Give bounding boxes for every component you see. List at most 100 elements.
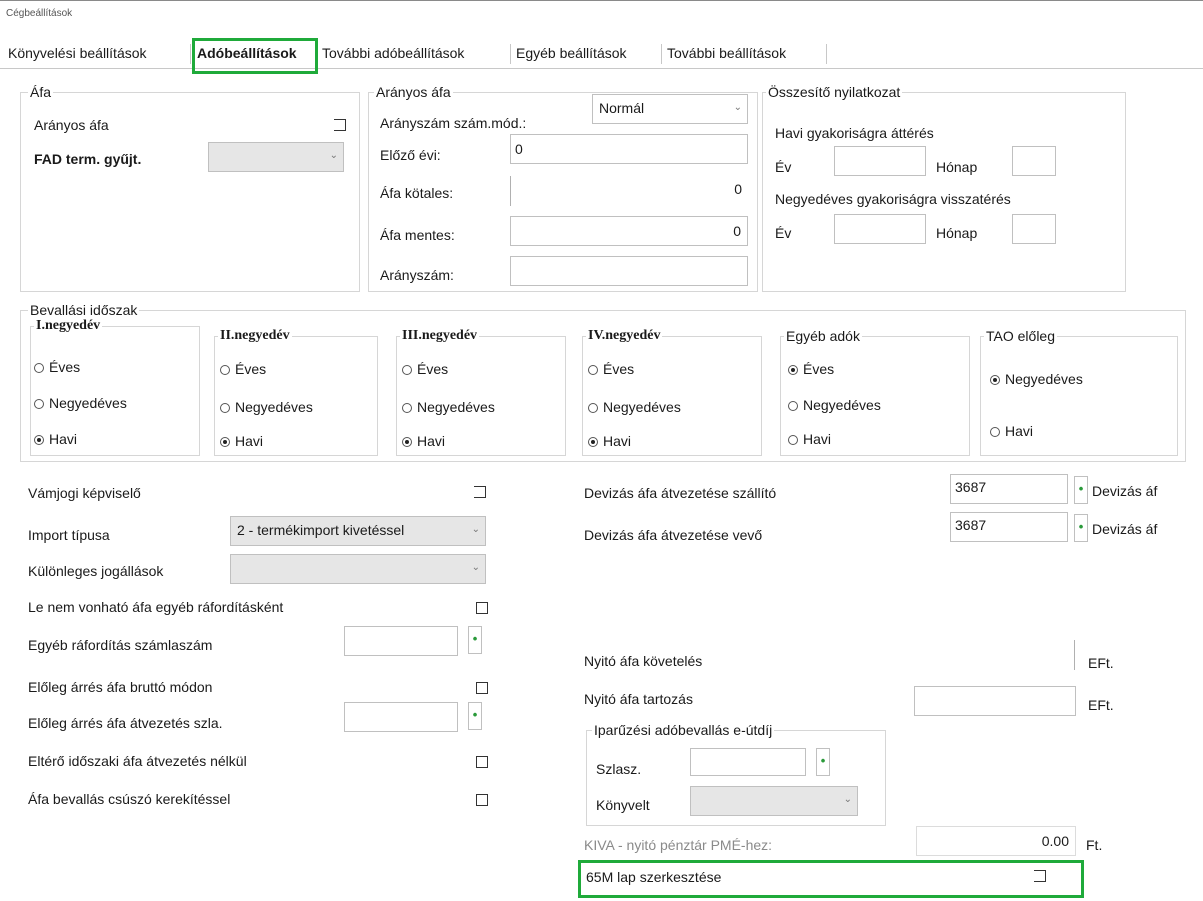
q3-eves-label: Éves	[417, 361, 449, 377]
nyito-kovetel-field-edge	[1074, 640, 1075, 670]
bevallasi-idoszak-title: Bevallási időszak	[28, 302, 140, 318]
q3-negyedeves-radio[interactable]: Negyedéves	[402, 398, 495, 416]
le-nem-vonhato-label: Le nem vonható áfa egyéb ráfordításként	[28, 599, 284, 615]
q2-negyedeves-label: Negyedéves	[235, 399, 313, 415]
egyeb-raf-label: Egyéb ráfordítás számlaszám	[28, 637, 213, 653]
q3-eves-radio[interactable]: Éves	[402, 360, 448, 378]
chevron-down-icon: ⌄	[471, 562, 480, 573]
egyeb-negyedeves-radio[interactable]: Negyedéves	[788, 396, 881, 414]
q3-negyedeves-label: Negyedéves	[417, 399, 495, 415]
radio-icon	[402, 403, 412, 413]
eloleg-brutto-label: Előleg árrés áfa bruttó módon	[28, 679, 213, 695]
nyito-tartozas-input[interactable]	[914, 686, 1076, 716]
fad-term-select[interactable]: ⌄	[208, 142, 344, 172]
egyeb-raf-input[interactable]	[344, 626, 458, 656]
radio-selected-icon	[990, 375, 1000, 385]
afa-csuszo-label: Áfa bevallás csúszó kerekítéssel	[28, 791, 231, 807]
q1-negyedeves-radio[interactable]: Negyedéves	[34, 394, 127, 412]
tao-negyedeves-radio[interactable]: Negyedéves	[990, 370, 1083, 388]
radio-selected-icon	[402, 437, 412, 447]
tab-separator	[826, 44, 827, 64]
q2-eves-radio[interactable]: Éves	[220, 360, 266, 378]
konyvelt-select[interactable]: ⌄	[690, 786, 858, 816]
szlasz-input[interactable]	[690, 748, 806, 776]
tab-tovabbi-ado[interactable]: További adóbeállítások	[322, 42, 464, 64]
ev-input-2[interactable]	[834, 214, 926, 244]
vamjogi-label: Vámjogi képviselő	[28, 485, 141, 501]
egyeb-havi-radio[interactable]: Havi	[788, 430, 831, 448]
highlight-tab-adobeallitasok	[192, 38, 318, 74]
radio-selected-icon	[788, 365, 798, 375]
deviza-vevo-input[interactable]: 3687	[950, 512, 1068, 542]
afa-mentes-label: Áfa mentes:	[380, 227, 455, 243]
egyeb-eves-radio[interactable]: Éves	[788, 360, 834, 378]
eloleg-brutto-checkbox[interactable]	[476, 682, 488, 694]
le-nem-vonhato-checkbox[interactable]	[476, 602, 488, 614]
deviza-vevo-add-icon[interactable]: •	[1074, 514, 1088, 542]
kulonleges-select[interactable]: ⌄	[230, 554, 486, 584]
radio-icon	[788, 435, 798, 445]
q1-negyedeves-label: Negyedéves	[49, 395, 127, 411]
egyeb-raf-add-icon[interactable]: •	[468, 626, 482, 654]
q1-eves-radio[interactable]: Éves	[34, 358, 80, 376]
szlasz-label: Szlasz.	[596, 761, 642, 777]
tab-konyvelesi[interactable]: Könyvelési beállítások	[8, 42, 147, 64]
q4-havi-radio[interactable]: Havi	[588, 432, 631, 450]
honap-input-2[interactable]	[1012, 214, 1056, 244]
eloleg-atvez-input[interactable]	[344, 702, 458, 732]
q3-havi-label: Havi	[417, 433, 446, 449]
q1-havi-radio[interactable]: Havi	[34, 430, 77, 448]
konyvelt-label: Könyvelt	[596, 797, 650, 813]
aranyszam-mod-select[interactable]: Normál ⌄	[592, 94, 748, 124]
afa-mentes-input[interactable]: 0	[510, 216, 748, 246]
aranyos-afa-checkbox[interactable]	[334, 119, 346, 131]
kiva-input[interactable]: 0.00	[916, 826, 1076, 856]
deviza-vevo-label: Devizás áfa átvezetése vevő	[584, 527, 763, 543]
afa-kotales-field-edge	[510, 176, 511, 206]
afa-csuszo-checkbox[interactable]	[476, 794, 488, 806]
radio-icon	[220, 365, 230, 375]
deviza-szallito-input[interactable]: 3687	[950, 474, 1068, 504]
eloleg-atvez-add-icon[interactable]: •	[468, 702, 482, 730]
tao-havi-label: Havi	[1005, 423, 1034, 439]
aranyszam-mod-value: Normál	[599, 100, 645, 116]
q2-negyedeves-radio[interactable]: Negyedéves	[220, 398, 313, 416]
elozo-evi-input[interactable]: 0	[510, 134, 748, 164]
radio-selected-icon	[588, 437, 598, 447]
window-title: Cégbeállítások	[6, 8, 73, 19]
nyito-tartozas-label: Nyitó áfa tartozás	[584, 691, 693, 707]
chevron-down-icon: ⌄	[843, 794, 852, 805]
tao-havi-radio[interactable]: Havi	[990, 422, 1033, 440]
osszesito-group-title: Összesítő nyilatkozat	[766, 84, 903, 100]
window-top-border	[0, 0, 1203, 1]
aranyszam-input[interactable]	[510, 256, 748, 286]
aranyszam-label: Arányszám:	[380, 267, 454, 283]
afa-group-title: Áfa	[28, 84, 54, 100]
honap-input-1[interactable]	[1012, 146, 1056, 176]
tab-egyeb[interactable]: Egyéb beállítások	[516, 42, 627, 64]
deviza-szallito-add-icon[interactable]: •	[1074, 476, 1088, 504]
tab-separator	[661, 44, 662, 64]
q3-havi-radio[interactable]: Havi	[402, 432, 445, 450]
import-tipusa-select[interactable]: 2 - termékimport kivetéssel ⌄	[230, 516, 486, 546]
tao-negyedeves-label: Negyedéves	[1005, 371, 1083, 387]
elt-idoszak-checkbox[interactable]	[476, 756, 488, 768]
ev-input-1[interactable]	[834, 146, 926, 176]
q2-havi-label: Havi	[235, 433, 264, 449]
radio-icon	[402, 365, 412, 375]
q4-eves-radio[interactable]: Éves	[588, 360, 634, 378]
tab-separator	[510, 44, 511, 64]
import-tipusa-label: Import típusa	[28, 527, 110, 543]
kiva-label: KIVA - nyitó pénztár PMÉ-hez:	[584, 837, 773, 853]
eloleg-atvez-label: Előleg árrés áfa átvezetés szla.	[28, 715, 223, 731]
aranyos-afa-group-title: Arányos áfa	[374, 84, 453, 100]
q4-negyedeves-label: Negyedéves	[603, 399, 681, 415]
radio-icon	[788, 401, 798, 411]
szlasz-add-icon[interactable]: •	[816, 748, 830, 776]
nyito-kovetel-label: Nyitó áfa követelés	[584, 653, 703, 669]
q2-havi-radio[interactable]: Havi	[220, 432, 263, 450]
q4-negyedeves-radio[interactable]: Negyedéves	[588, 398, 681, 416]
ev-label-2: Év	[775, 225, 792, 241]
tab-tovabbi[interactable]: További beállítások	[667, 42, 786, 64]
vamjogi-checkbox[interactable]	[474, 486, 486, 498]
